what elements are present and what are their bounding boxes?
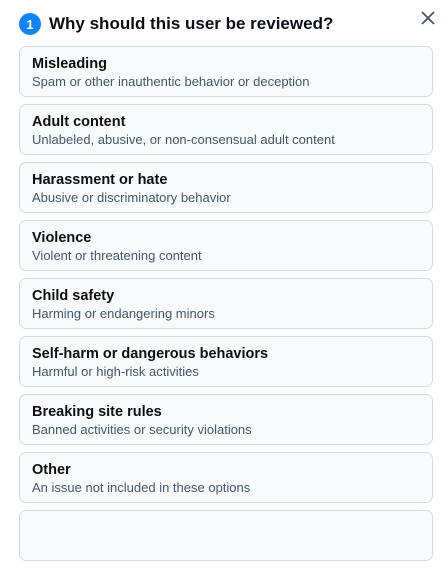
- reason-option-site-rules[interactable]: Breaking site rules Banned activities or…: [19, 394, 433, 445]
- reason-option-misleading[interactable]: Misleading Spam or other inauthentic beh…: [19, 46, 433, 97]
- option-description: Violent or threatening content: [32, 248, 202, 263]
- option-description: Abusive or discriminatory behavior: [32, 190, 231, 205]
- option-title: Violence: [32, 230, 92, 246]
- option-description: Spam or other inauthentic behavior or de…: [32, 74, 310, 89]
- option-title: Adult content: [32, 114, 126, 130]
- option-title: Child safety: [32, 288, 115, 304]
- option-title: Breaking site rules: [32, 404, 162, 420]
- close-icon: [421, 11, 435, 25]
- reason-option-child-safety[interactable]: Child safety Harming or endangering mino…: [19, 278, 433, 329]
- reason-option-self-harm[interactable]: Self-harm or dangerous behaviors Harmful…: [19, 336, 433, 387]
- option-description: An issue not included in these options: [32, 480, 251, 495]
- dialog-header: 1 Why should this user be reviewed?: [19, 12, 448, 36]
- option-title: Misleading: [32, 56, 107, 72]
- option-description: Banned activities or security violations: [32, 422, 252, 437]
- option-title: Self-harm or dangerous behaviors: [32, 346, 269, 362]
- option-description: Harmful or high-risk activities: [32, 364, 199, 379]
- close-button[interactable]: [418, 8, 438, 28]
- reason-option-partial[interactable]: [19, 510, 433, 561]
- reason-option-harassment[interactable]: Harassment or hate Abusive or discrimina…: [19, 162, 433, 213]
- dialog-title: Why should this user be reviewed?: [49, 14, 334, 33]
- reason-option-adult-content[interactable]: Adult content Unlabeled, abusive, or non…: [19, 104, 433, 155]
- option-title: Other: [32, 462, 71, 478]
- reason-option-violence[interactable]: Violence Violent or threatening content: [19, 220, 433, 271]
- step-badge: 1: [19, 13, 41, 35]
- option-description: Unlabeled, abusive, or non-consensual ad…: [32, 132, 335, 147]
- option-title: Harassment or hate: [32, 172, 168, 188]
- reason-option-other[interactable]: Other An issue not included in these opt…: [19, 452, 433, 503]
- reason-options-list: Misleading Spam or other inauthentic beh…: [19, 46, 433, 568]
- option-description: Harming or endangering minors: [32, 306, 215, 321]
